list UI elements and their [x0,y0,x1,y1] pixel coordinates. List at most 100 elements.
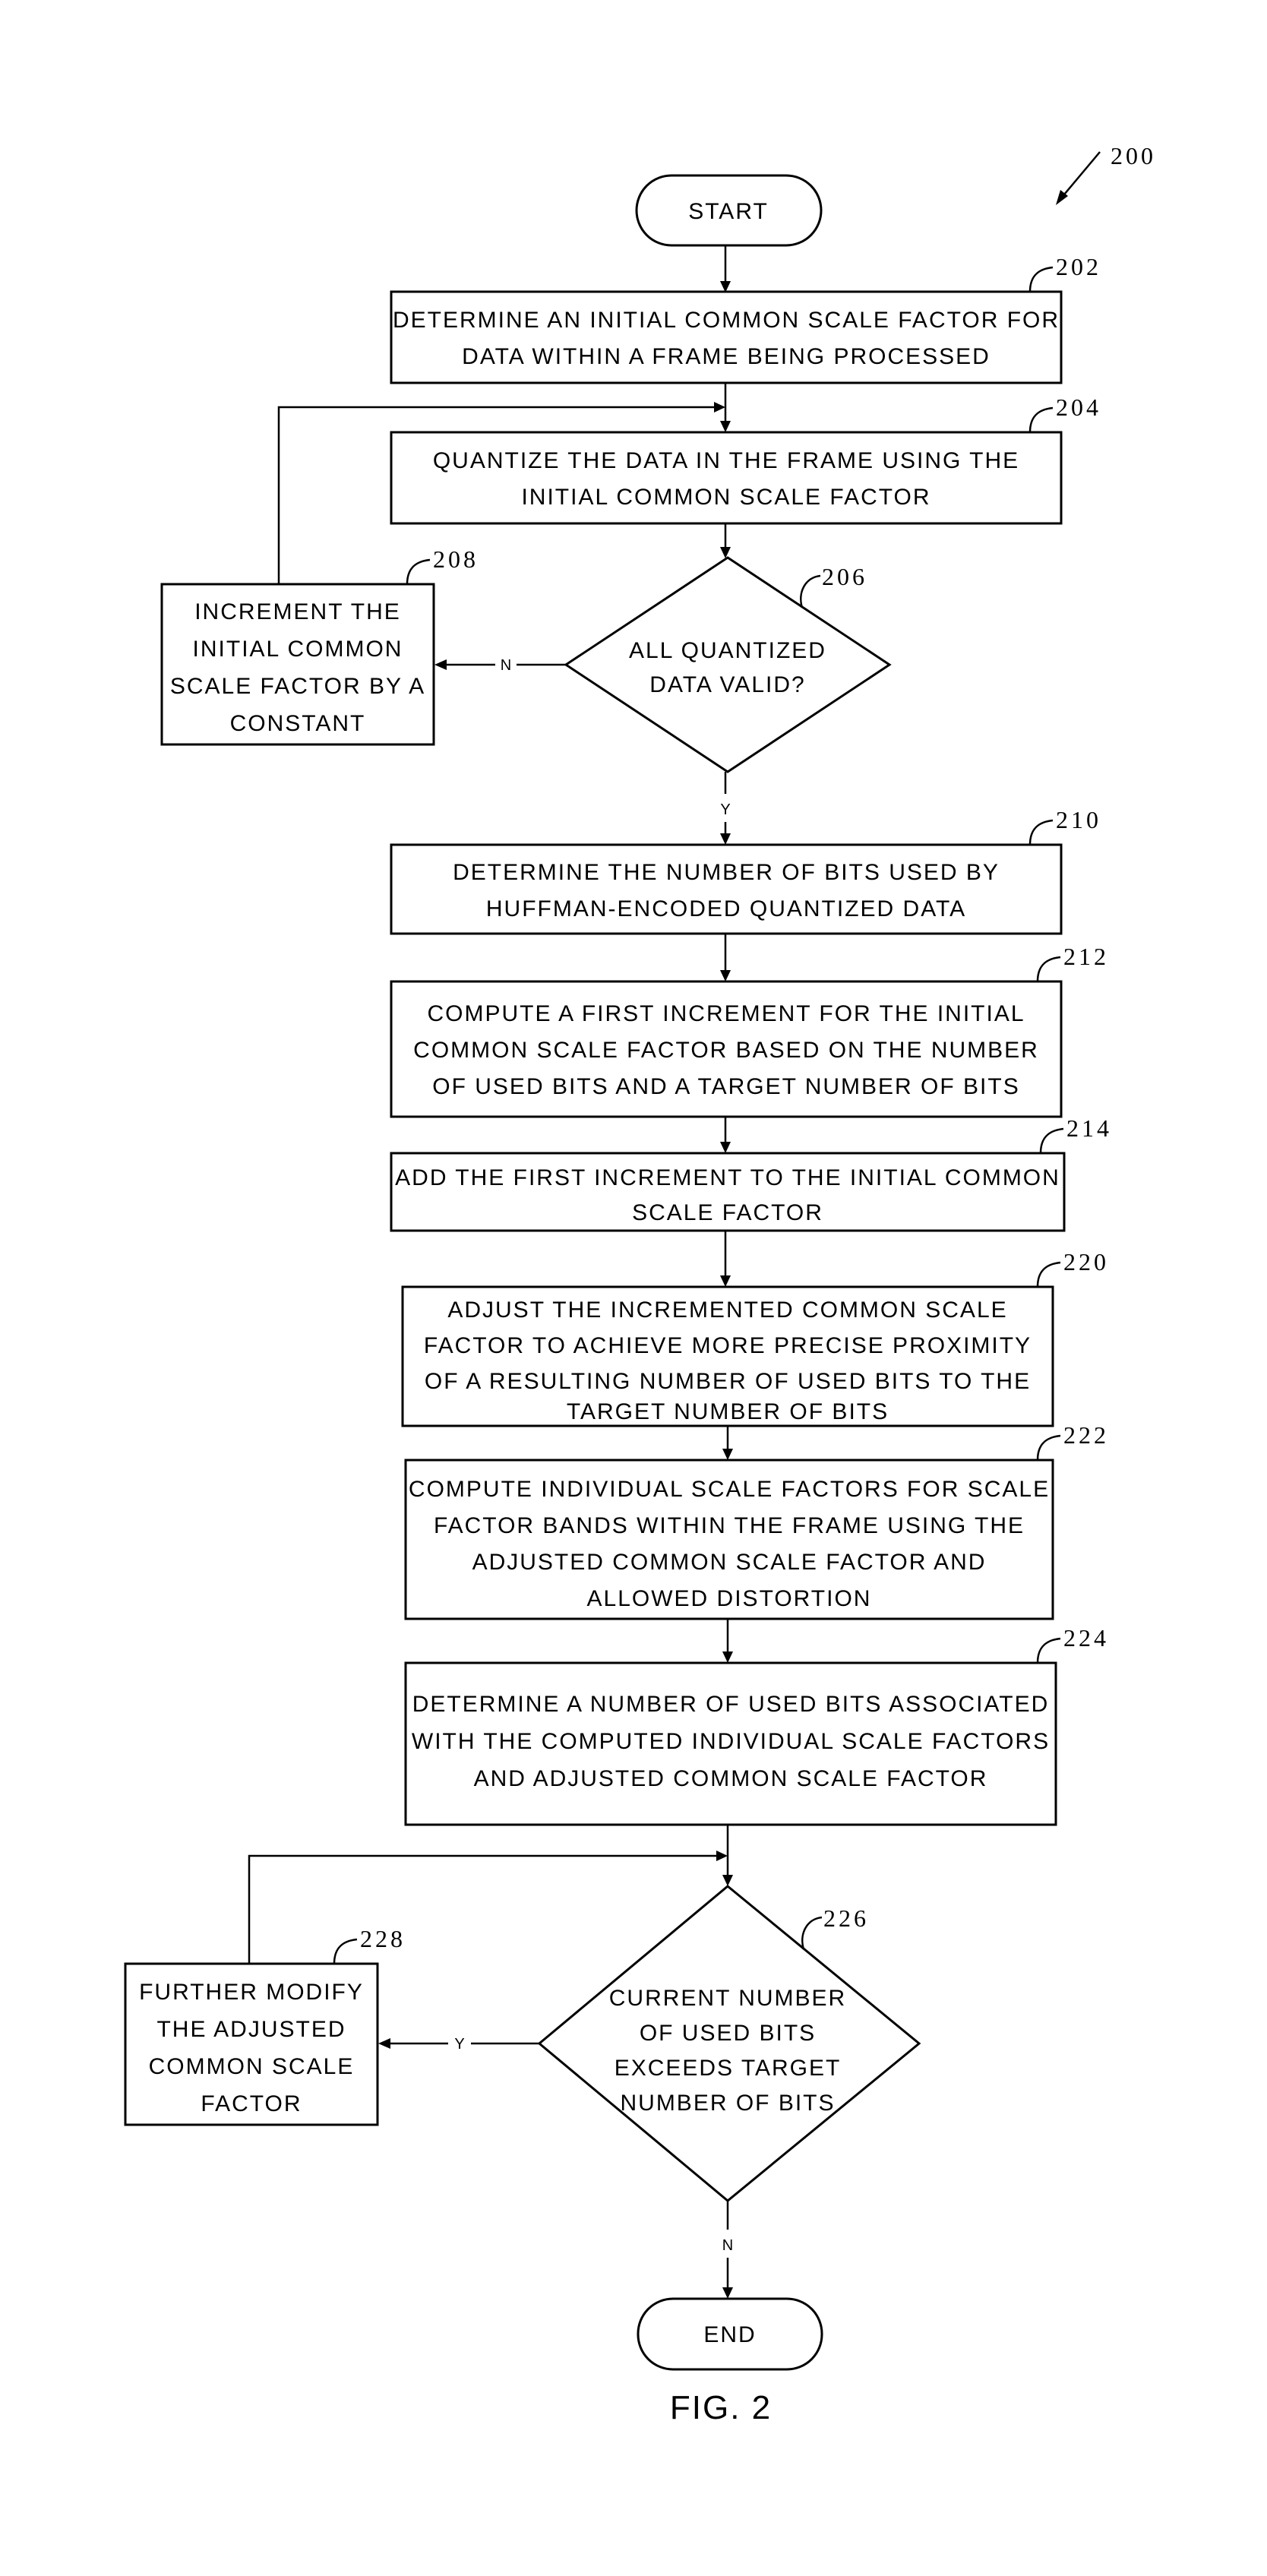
ref-leader [1028,819,1054,845]
arrowhead [720,547,731,558]
arrowhead [722,1449,733,1460]
step-text-line: FACTOR TO ACHIEVE MORE PRECISE PROXIMITY [424,1333,1032,1358]
ref-number: 222 [1063,1421,1109,1449]
step-text-line: FACTOR [201,2091,302,2116]
ref-number: 212 [1063,943,1109,970]
figure-caption: FIG. 2 [670,2389,772,2426]
step-text-line: COMMON SCALE [149,2054,355,2079]
ref-leader [800,574,821,608]
step-text-line: FURTHER MODIFY [139,1980,364,2005]
step-212: COMPUTE A FIRST INCREMENT FOR THE INITIA… [390,943,1109,1118]
arrowhead [720,833,731,845]
branch-label-206-yes: Y [720,801,730,818]
branch-label-226-yes: Y [454,2036,464,2053]
decision-text-line: DATA VALID? [649,672,805,697]
arrowhead [722,2287,733,2299]
ref-leader [1028,266,1054,292]
step-box [390,431,1063,525]
decision-text-line: EXCEEDS TARGET [615,2056,842,2081]
step-text-line: INCREMENT THE [194,599,401,624]
arrowhead [716,1851,728,1861]
ref-leader [1028,406,1054,433]
step-text-line: FACTOR BANDS WITHIN THE FRAME USING THE [434,1513,1025,1538]
decision-text-line: ALL QUANTIZED [629,638,826,663]
step-text-line: DETERMINE A NUMBER OF USED BITS ASSOCIAT… [412,1692,1050,1717]
flowchart: 200 START N Y Y N DETERMINE AN INITIAL C… [124,142,1156,2426]
ref-leader [333,1938,358,1964]
figure-ref-200: 200 [1056,142,1156,205]
ref-leader [1036,956,1061,982]
step-210: DETERMINE THE NUMBER OF BITS USED BY HUF… [390,806,1101,935]
arrowhead [720,1275,731,1287]
ref-leader [1036,1261,1061,1288]
ref-number: 208 [433,545,479,573]
ref-number: 214 [1066,1114,1112,1142]
step-text-line: OF A RESULTING NUMBER OF USED BITS TO TH… [425,1369,1031,1394]
decision-text-line: NUMBER OF BITS [620,2091,835,2116]
decision-206: ALL QUANTIZED DATA VALID? 206 [564,556,892,773]
decision-226: CURRENT NUMBER OF USED BITS EXCEEDS TARG… [537,1885,921,2202]
step-224: DETERMINE A NUMBER OF USED BITS ASSOCIAT… [404,1624,1109,1826]
step-text-line: HUFFMAN-ENCODED QUANTIZED DATA [486,896,966,921]
step-204: QUANTIZE THE DATA IN THE FRAME USING THE… [390,394,1101,525]
arrowhead [720,421,731,432]
step-text-line: SCALE FACTOR [632,1200,823,1225]
step-text-line: AND ADJUSTED COMMON SCALE FACTOR [474,1766,988,1791]
step-text-line: CONSTANT [230,711,366,736]
ref-leader [801,1916,823,1950]
ref-leader [1036,1434,1061,1461]
ref-number: 204 [1056,394,1101,421]
ref-number: 224 [1063,1624,1109,1651]
ref-number: 210 [1056,806,1101,833]
end-terminal: END [637,2297,823,2371]
step-text-line: COMPUTE A FIRST INCREMENT FOR THE INITIA… [427,1001,1025,1026]
step-text-line: ADD THE FIRST INCREMENT TO THE INITIAL C… [395,1165,1060,1190]
branch-label-206-no: N [501,657,511,674]
arrowhead [434,659,447,670]
step-text-line: ADJUST THE INCREMENTED COMMON SCALE [447,1297,1007,1323]
arrowhead [378,2038,390,2049]
step-box [390,290,1063,384]
arrowhead [720,970,731,981]
step-text-line: THE ADJUSTED [156,2017,346,2042]
step-text-line: SCALE FACTOR BY A [170,674,425,699]
step-220: ADJUST THE INCREMENTED COMMON SCALE FACT… [401,1248,1109,1427]
ref-number: 228 [360,1925,406,1952]
start-terminal: START [635,174,823,247]
step-text-line: OF USED BITS AND A TARGET NUMBER OF BITS [432,1074,1019,1099]
step-text-line: INITIAL COMMON SCALE FACTOR [521,485,931,510]
end-label: END [703,2322,756,2347]
connector-228-loop [248,1854,721,1964]
arrowhead [720,1142,731,1153]
arrowhead [722,1875,733,1886]
step-text-line: ALLOWED DISTORTION [587,1586,872,1611]
step-text-line: DATA WITHIN A FRAME BEING PROCESSED [462,344,991,369]
step-text-line: COMMON SCALE FACTOR BASED ON THE NUMBER [413,1038,1039,1063]
step-text-line: DETERMINE AN INITIAL COMMON SCALE FACTOR… [393,308,1060,333]
step-222: COMPUTE INDIVIDUAL SCALE FACTORS FOR SCA… [404,1421,1109,1620]
step-214: ADD THE FIRST INCREMENT TO THE INITIAL C… [390,1114,1112,1232]
ref-number: 206 [822,563,867,590]
ref-number: 220 [1063,1248,1109,1275]
start-label: START [688,199,769,224]
arrowhead [714,402,725,412]
branch-label-226-no: N [722,2237,733,2254]
ref-leader [406,558,431,585]
step-text-line: COMPUTE INDIVIDUAL SCALE FACTORS FOR SCA… [409,1477,1050,1502]
ref-leader [1036,1637,1061,1664]
step-208: INCREMENT THE INITIAL COMMON SCALE FACTO… [160,545,479,746]
figure-ref-arrow-line [1060,151,1101,200]
ref-number: 226 [823,1904,869,1932]
step-text-line: WITH THE COMPUTED INDIVIDUAL SCALE FACTO… [412,1729,1050,1754]
step-text-line: QUANTIZE THE DATA IN THE FRAME USING THE [433,448,1019,473]
decision-text-line: OF USED BITS [640,2021,816,2046]
ref-number: 202 [1056,253,1101,280]
step-text-line: TARGET NUMBER OF BITS [567,1399,889,1424]
step-text-line: INITIAL COMMON [193,637,403,662]
decision-text-line: CURRENT NUMBER [609,1986,846,2011]
step-228: FURTHER MODIFY THE ADJUSTED COMMON SCALE… [124,1925,406,2126]
step-202: DETERMINE AN INITIAL COMMON SCALE FACTOR… [390,253,1101,384]
figure-number-label: 200 [1111,142,1156,169]
arrowhead [722,1651,733,1663]
ref-leader [1039,1127,1064,1154]
